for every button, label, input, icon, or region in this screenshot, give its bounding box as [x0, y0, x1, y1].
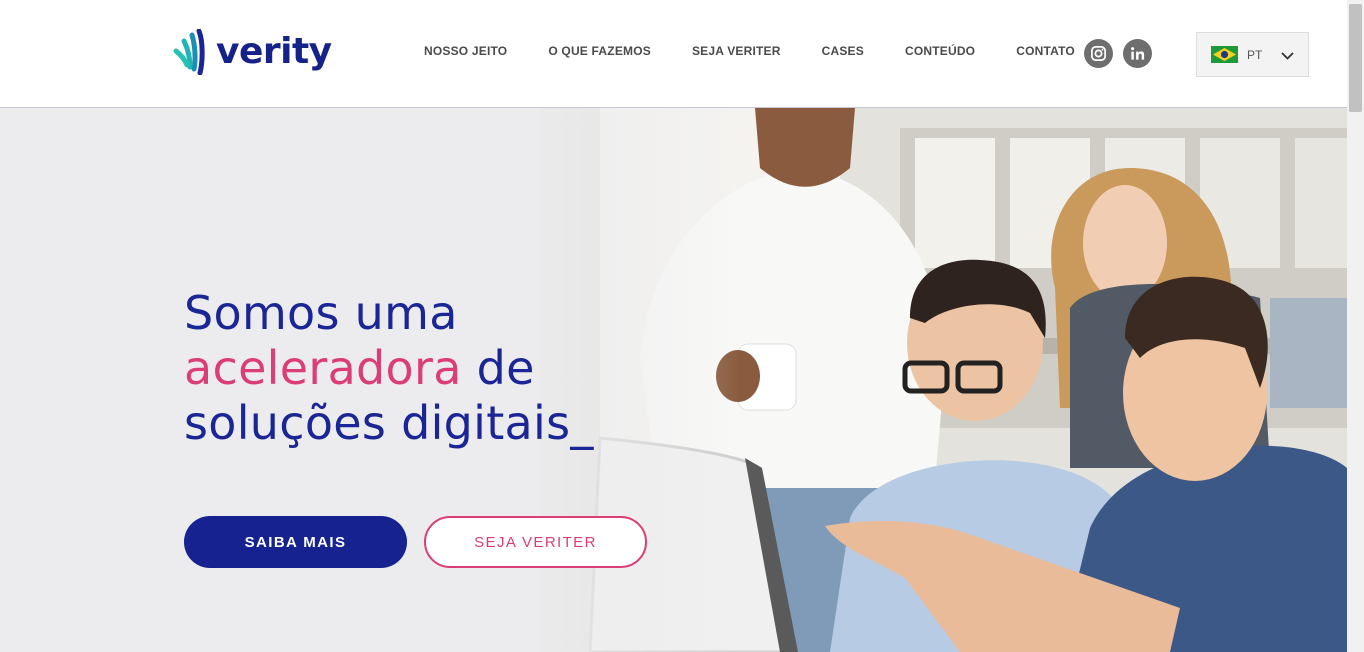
- language-code: PT: [1247, 47, 1263, 62]
- headline-line-2-rest: de: [461, 341, 535, 395]
- verity-logo-mark-icon: [173, 29, 205, 75]
- linkedin-icon[interactable]: [1123, 39, 1152, 68]
- verity-logo[interactable]: verity: [172, 28, 332, 76]
- seja-veriter-button[interactable]: SEJA VERITER: [424, 516, 647, 568]
- saiba-mais-button[interactable]: SAIBA MAIS: [184, 516, 407, 568]
- social-links: [1084, 39, 1152, 68]
- scrollbar-thumb[interactable]: [1349, 4, 1362, 112]
- nav-item-cases[interactable]: CASES: [822, 44, 864, 58]
- hero-section: Somos uma aceleradora de soluções digita…: [0, 108, 1347, 652]
- headline-accent: aceleradora: [184, 341, 462, 395]
- nav-item-contato[interactable]: CONTATO: [1016, 44, 1075, 58]
- site-header: verity NOSSO JEITO O QUE FAZEMOS SEJA VE…: [0, 0, 1347, 108]
- nav-item-conteudo[interactable]: CONTEÚDO: [905, 44, 975, 58]
- nav-item-nosso-jeito[interactable]: NOSSO JEITO: [424, 44, 507, 58]
- headline-line-3: soluções digitais_: [184, 396, 594, 450]
- nav-item-o-que-fazemos[interactable]: O QUE FAZEMOS: [548, 44, 651, 58]
- language-selector[interactable]: PT: [1196, 32, 1309, 77]
- chevron-down-icon: [1281, 52, 1294, 60]
- brazil-flag-icon: [1211, 46, 1238, 63]
- hero-headline: Somos uma aceleradora de soluções digita…: [184, 286, 594, 451]
- nav-item-seja-veriter[interactable]: SEJA VERITER: [692, 44, 781, 58]
- page-scrollbar[interactable]: [1347, 0, 1364, 652]
- instagram-icon[interactable]: [1084, 39, 1113, 68]
- brand-name: verity: [216, 31, 332, 72]
- main-nav: NOSSO JEITO O QUE FAZEMOS SEJA VERITER C…: [424, 44, 1116, 58]
- headline-line-1: Somos uma: [184, 286, 458, 340]
